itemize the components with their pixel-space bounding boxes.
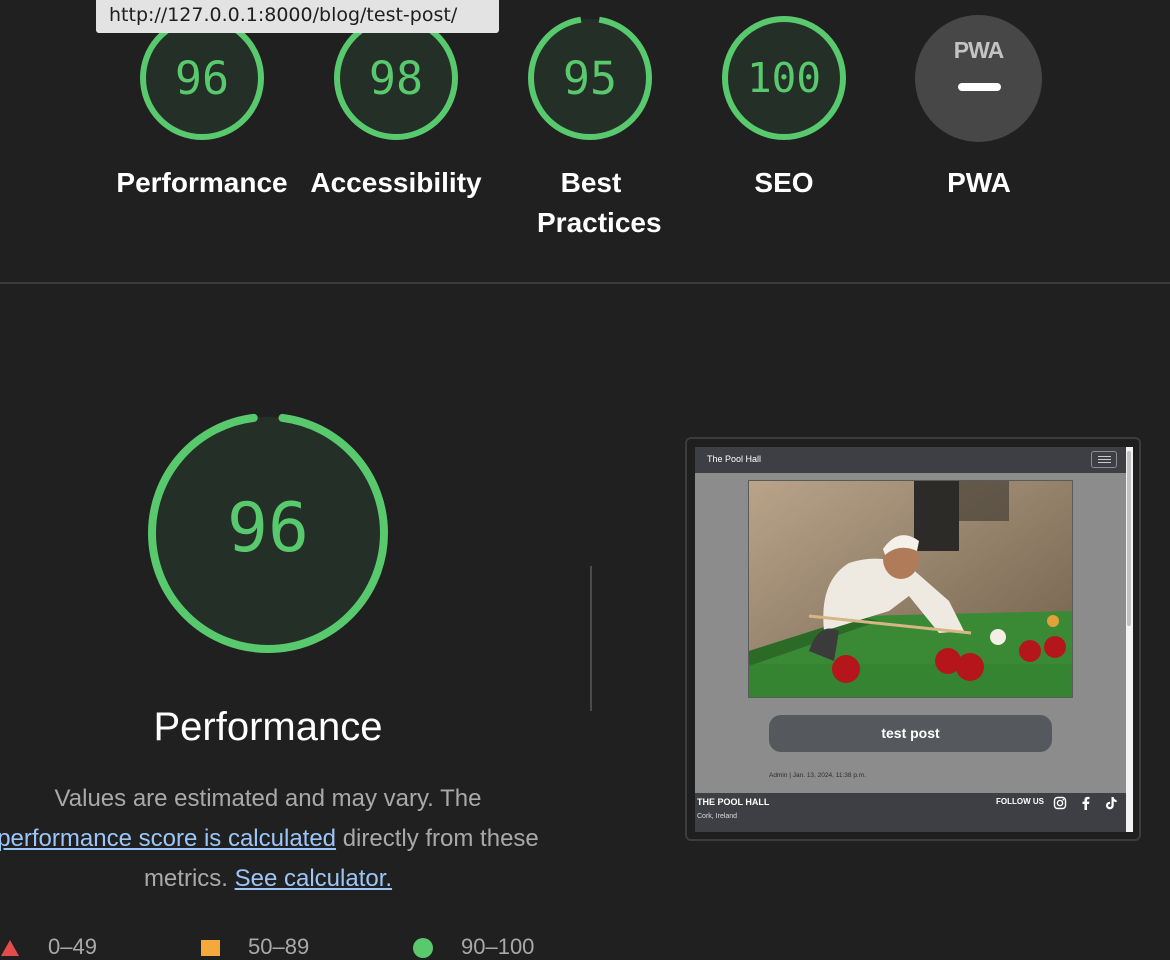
score-calculation-link[interactable]: performance score is calculated bbox=[0, 825, 336, 852]
post-meta: Admin | Jan. 13, 2024, 11:38 p.m. bbox=[769, 772, 866, 779]
section-divider bbox=[0, 282, 1170, 284]
site-footer: THE POOL HALL Cork, Ireland FOLLOW US bbox=[695, 793, 1126, 832]
legend-average-range: 50–89 bbox=[248, 934, 310, 959]
gauge-best-practices[interactable]: 95 bbox=[527, 15, 653, 141]
performance-description: Values are estimated and may vary. The p… bbox=[0, 779, 568, 899]
main-performance-title: Performance bbox=[153, 705, 383, 749]
screenshot-scrollbar bbox=[1126, 447, 1133, 832]
score-best-practices: 95 bbox=[562, 51, 618, 105]
follow-label: FOLLOW US bbox=[996, 797, 1044, 806]
legend-fail-range: 0–49 bbox=[48, 934, 97, 959]
footer-location: Cork, Ireland bbox=[697, 813, 738, 820]
gauge-pwa[interactable]: PWA bbox=[915, 15, 1042, 142]
circle-icon bbox=[413, 938, 433, 958]
label-seo[interactable]: SEO bbox=[689, 163, 879, 203]
label-accessibility[interactable]: Accessibility bbox=[301, 163, 491, 203]
hamburger-icon bbox=[1091, 451, 1117, 468]
score-accessibility: 98 bbox=[368, 51, 424, 105]
main-performance-score: 96 bbox=[227, 488, 309, 568]
snooker-player-photo bbox=[748, 480, 1073, 698]
pwa-icon: PWA bbox=[953, 37, 1004, 63]
vertical-divider bbox=[590, 566, 592, 711]
final-screenshot: The Pool Hall test post Admin | Jan. 13,… bbox=[695, 447, 1126, 832]
square-icon bbox=[201, 940, 220, 956]
score-performance: 96 bbox=[174, 51, 230, 105]
site-navbar: The Pool Hall bbox=[695, 447, 1126, 473]
site-brand: The Pool Hall bbox=[707, 454, 762, 464]
footer-brand: THE POOL HALL bbox=[697, 797, 770, 807]
scrollbar-thumb bbox=[1127, 451, 1131, 626]
facebook-icon bbox=[1082, 796, 1090, 810]
gauge-accessibility[interactable]: 98 bbox=[333, 15, 459, 141]
tiktok-icon bbox=[1106, 797, 1117, 810]
main-performance-gauge: 96 bbox=[148, 413, 388, 653]
post-title-button: test post bbox=[769, 715, 1052, 752]
legend-pass-range: 90–100 bbox=[461, 934, 535, 959]
label-best-practices[interactable]: Best Practices bbox=[537, 163, 662, 243]
pwa-dash-icon bbox=[958, 83, 1001, 91]
gauge-performance[interactable]: 96 bbox=[139, 15, 265, 141]
score-seo: 100 bbox=[746, 54, 822, 102]
url-tooltip: http://127.0.0.1:8000/blog/test-post/ bbox=[96, 0, 499, 33]
label-performance[interactable]: Performance bbox=[107, 163, 297, 203]
gauge-seo[interactable]: 100 bbox=[721, 15, 847, 141]
instagram-icon bbox=[1053, 796, 1067, 810]
label-pwa[interactable]: PWA bbox=[884, 163, 1074, 203]
see-calculator-link[interactable]: See calculator. bbox=[235, 865, 392, 892]
triangle-icon bbox=[1, 940, 19, 956]
